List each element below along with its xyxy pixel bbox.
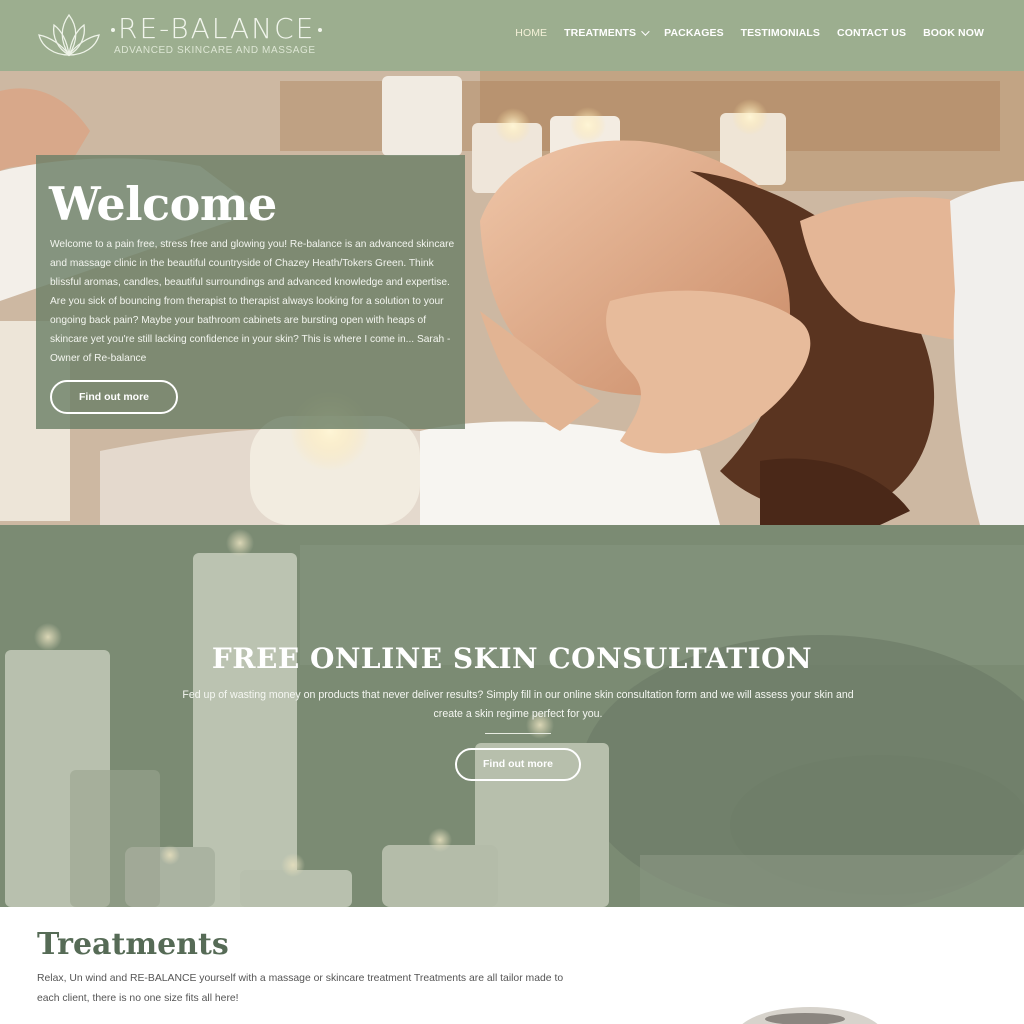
site-header: RE-BALANCE ADVANCED SKINCARE AND MASSAGE… [0, 0, 1024, 71]
consultation-find-out-more-button[interactable]: Find out more [455, 748, 581, 781]
nav-contact-us-label: CONTACT US [837, 27, 907, 39]
nav-packages-label: PACKAGES [664, 27, 724, 39]
consultation-text: Fed up of wasting money on products that… [182, 689, 854, 720]
consultation-heading: FREE ONLINE SKIN CONSULTATION [211, 642, 813, 675]
consultation-section: FREE ONLINE SKIN CONSULTATION Fed up of … [0, 525, 1024, 907]
site-logo[interactable]: RE-BALANCE ADVANCED SKINCARE AND MASSAGE [36, 8, 326, 64]
welcome-heading: Welcome [49, 177, 277, 231]
nav-treatments[interactable]: TREATMENTS [564, 27, 650, 39]
nav-contact-us[interactable]: CONTACT US [837, 27, 906, 39]
treatments-section: Treatments Relax, Un wind and RE-BALANCE… [0, 907, 1024, 1024]
chevron-down-icon [641, 27, 650, 36]
treatments-heading: Treatments [37, 927, 229, 962]
nav-home-label: HOME [515, 27, 548, 39]
logo-subtitle: ADVANCED SKINCARE AND MASSAGE [114, 45, 316, 56]
divider [485, 733, 551, 734]
nav-home[interactable]: HOME [515, 27, 547, 39]
treatments-intro-text: Relax, Un wind and RE-BALANCE yourself w… [37, 973, 564, 1004]
logo-title: RE-BALANCE [108, 12, 325, 45]
nav-testimonials[interactable]: TESTIMONIALS [741, 27, 820, 39]
nav-testimonials-label: TESTIMONIALS [740, 27, 821, 39]
nav-book-now[interactable]: BOOK NOW [923, 27, 984, 39]
hero-section: Welcome Welcome to a pain free, stress f… [0, 71, 1024, 525]
nav-book-now-label: BOOK NOW [923, 27, 984, 39]
nav-packages[interactable]: PACKAGES [664, 27, 724, 39]
welcome-panel: Welcome Welcome to a pain free, stress f… [36, 155, 465, 429]
welcome-text: Welcome to a pain free, stress free and … [50, 239, 455, 364]
lotus-logo-icon [38, 13, 100, 57]
main-nav: HOME TREATMENTS PACKAGES TESTIMONIALS CO… [515, 27, 984, 39]
treatment-image[interactable] [735, 1007, 885, 1024]
nav-treatments-label: TREATMENTS [564, 27, 637, 39]
welcome-find-out-more-button[interactable]: Find out more [50, 380, 178, 414]
